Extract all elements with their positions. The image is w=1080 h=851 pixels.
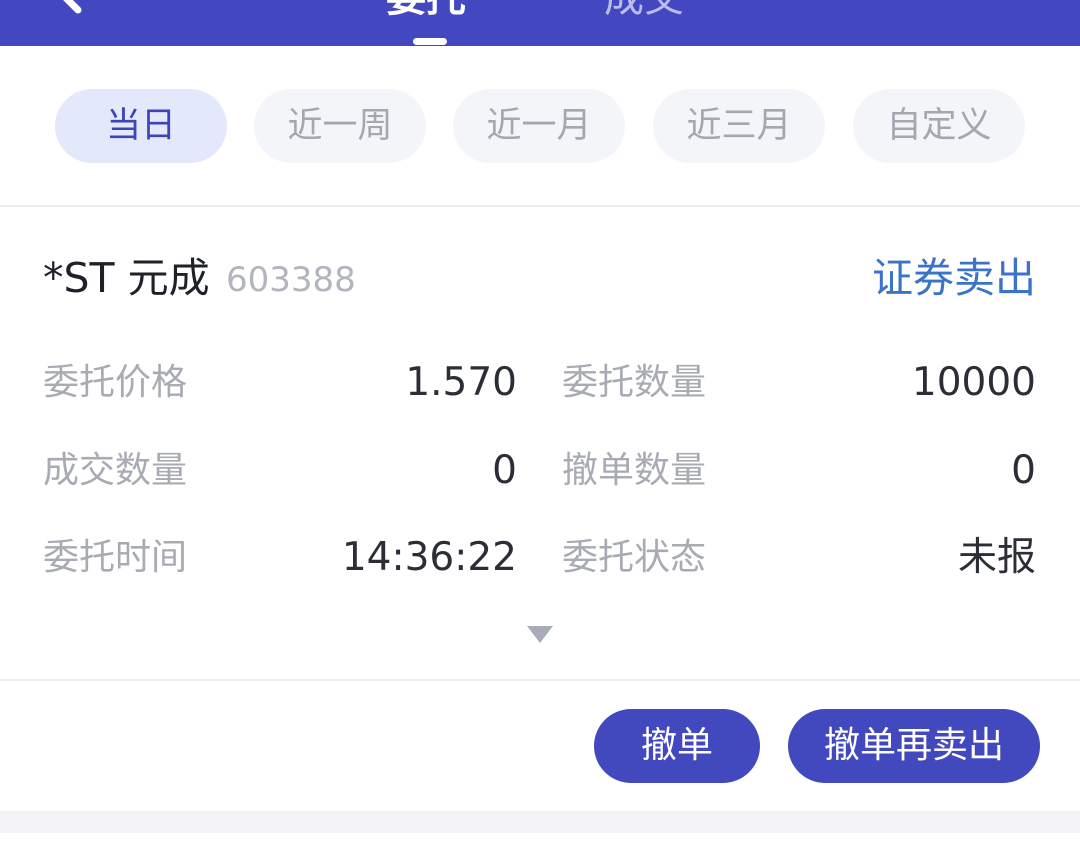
order-time-label: 委托时间 [43, 537, 188, 578]
filled-quantity-value: 0 [492, 448, 517, 493]
active-tab-indicator [413, 38, 447, 45]
price-label: 委托价格 [43, 362, 188, 403]
order-time-value: 14:36:22 [341, 535, 517, 580]
filter-today[interactable]: 当日 [55, 89, 227, 163]
period-filter-bar: 当日 近一周 近一月 近三月 自定义 [0, 46, 1080, 206]
cancel-order-button[interactable]: 撤单 [594, 709, 760, 783]
stock-code: 603388 [226, 260, 356, 300]
filter-past-month[interactable]: 近一月 [453, 89, 625, 163]
order-status-label: 委托状态 [562, 537, 707, 578]
order-type: 证券卖出 [872, 254, 1036, 302]
section-gap [0, 811, 1080, 833]
price-value: 1.570 [405, 360, 517, 405]
cancelled-quantity-label: 撤单数量 [562, 450, 707, 491]
tab-entrust[interactable]: 委托 [386, 0, 466, 28]
order-status-value: 未报 [957, 535, 1036, 580]
filled-quantity-label: 成交数量 [43, 450, 188, 491]
back-chevron-icon[interactable] [40, 0, 96, 20]
cancelled-quantity-value: 0 [1011, 448, 1036, 493]
filter-past-three-months[interactable]: 近三月 [653, 89, 825, 163]
filter-custom[interactable]: 自定义 [853, 89, 1025, 163]
tab-deal[interactable]: 成交 [604, 0, 684, 28]
filter-past-week[interactable]: 近一周 [254, 89, 426, 163]
divider [0, 205, 1080, 207]
triangle-down-icon[interactable] [527, 626, 553, 644]
cancel-and-resell-button[interactable]: 撤单再卖出 [788, 709, 1040, 783]
stock-name: *ST 元成 [43, 254, 210, 302]
order-list-page: 委托 成交 当日 近一周 近一月 近三月 自定义 *ST 元成 603388 证… [0, 0, 1080, 851]
divider [0, 679, 1080, 681]
header-bar: 委托 成交 [0, 0, 1080, 46]
quantity-value: 10000 [911, 360, 1036, 405]
quantity-label: 委托数量 [562, 362, 707, 403]
